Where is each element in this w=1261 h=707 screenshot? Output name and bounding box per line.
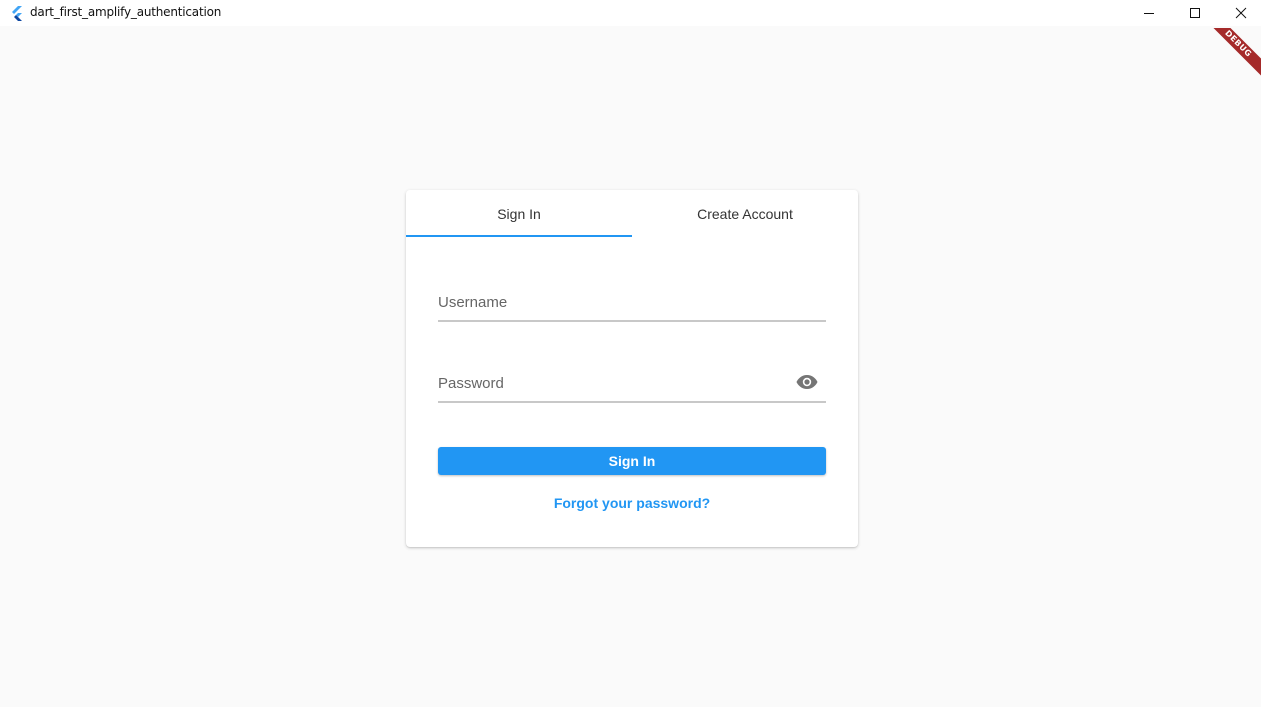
minimize-icon (1144, 13, 1154, 14)
debug-banner: DEBUG (1201, 28, 1261, 88)
username-field[interactable]: Username (438, 280, 826, 322)
window-titlebar: dart_first_amplify_authentication (0, 0, 1261, 26)
eye-icon[interactable] (796, 374, 818, 390)
tab-sign-in[interactable]: Sign In (406, 190, 632, 238)
auth-card: Sign In Create Account Username Password… (406, 190, 858, 547)
window-title: dart_first_amplify_authentication (30, 5, 222, 19)
debug-banner-label: DEBUG (1201, 28, 1261, 81)
password-label: Password (438, 375, 504, 392)
close-icon (1235, 7, 1247, 19)
tab-indicator (406, 235, 632, 237)
flutter-logo-icon (12, 6, 22, 21)
close-button[interactable] (1218, 0, 1261, 26)
maximize-icon (1190, 8, 1200, 18)
minimize-button[interactable] (1126, 0, 1172, 26)
maximize-button[interactable] (1172, 0, 1218, 26)
password-field[interactable]: Password (438, 361, 826, 403)
tab-create-account[interactable]: Create Account (632, 190, 858, 238)
auth-tabs: Sign In Create Account (406, 190, 858, 238)
sign-in-button[interactable]: Sign In (438, 447, 826, 475)
username-label: Username (438, 294, 508, 311)
forgot-password-link[interactable]: Forgot your password? (406, 495, 858, 511)
